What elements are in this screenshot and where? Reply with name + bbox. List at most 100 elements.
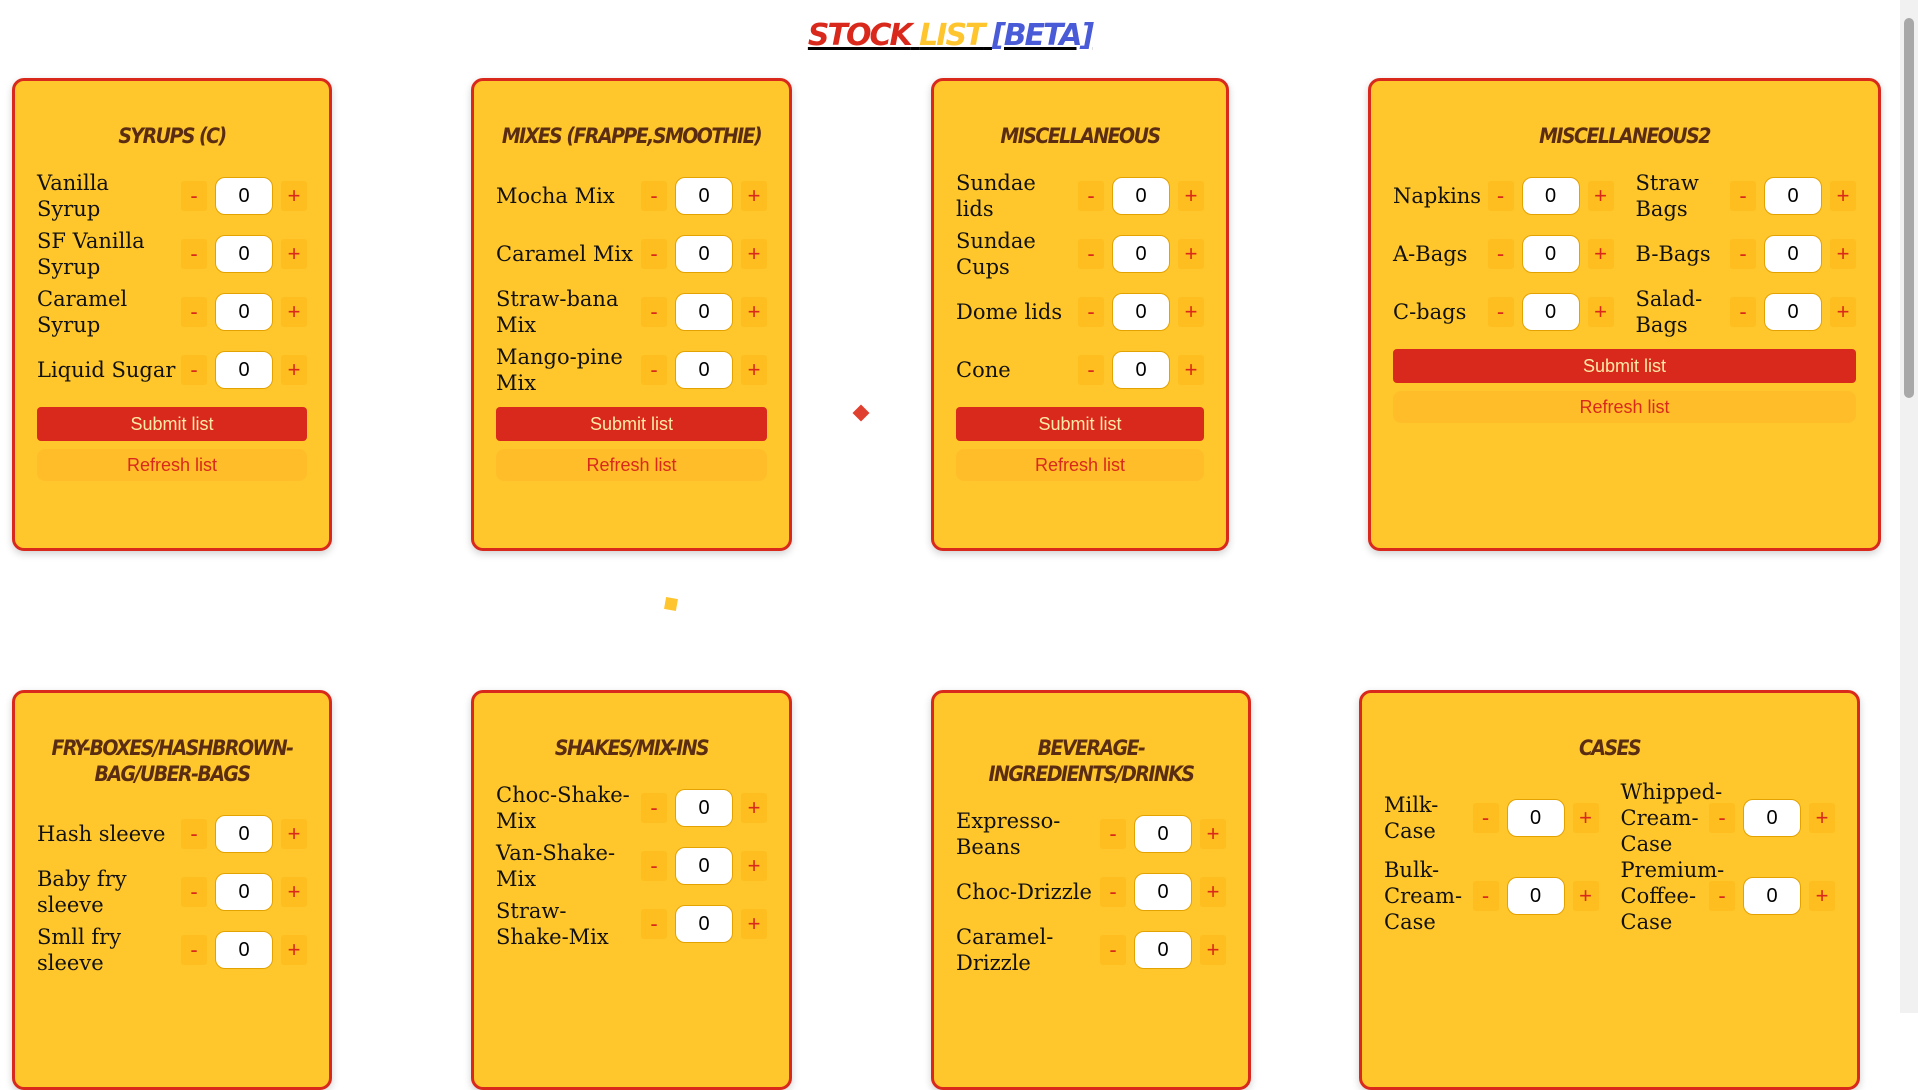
increment-button[interactable]: + [281, 935, 307, 965]
quantity-input[interactable] [1743, 799, 1801, 837]
increment-button[interactable]: + [1809, 881, 1835, 911]
quantity-input[interactable] [675, 905, 733, 943]
increment-button[interactable]: + [1830, 239, 1856, 269]
decrement-button[interactable]: - [1730, 181, 1756, 211]
quantity-input[interactable] [1506, 799, 1565, 837]
quantity-input[interactable] [1134, 873, 1192, 911]
increment-button[interactable]: + [1200, 877, 1226, 907]
quantity-input[interactable] [215, 293, 273, 331]
increment-button[interactable]: + [1178, 181, 1204, 211]
increment-button[interactable]: + [741, 851, 767, 881]
quantity-input[interactable] [1521, 293, 1580, 331]
increment-button[interactable]: + [1572, 803, 1599, 833]
decrement-button[interactable]: - [181, 877, 207, 907]
submit-list-button[interactable]: Submit list [956, 407, 1204, 441]
quantity-input[interactable] [215, 235, 273, 273]
quantity-input[interactable] [215, 177, 273, 215]
decrement-button[interactable]: - [1730, 239, 1756, 269]
increment-button[interactable]: + [1200, 935, 1226, 965]
quantity-input[interactable] [675, 789, 733, 827]
increment-button[interactable]: + [1587, 297, 1614, 327]
decrement-button[interactable]: - [181, 181, 207, 211]
decrement-button[interactable]: - [1730, 297, 1756, 327]
quantity-input[interactable] [215, 873, 273, 911]
increment-button[interactable]: + [1572, 881, 1599, 911]
decrement-button[interactable]: - [641, 851, 667, 881]
scroll-thumb[interactable] [1904, 18, 1914, 398]
submit-list-button[interactable]: Submit list [1393, 349, 1856, 383]
submit-list-button[interactable]: Submit list [496, 407, 767, 441]
decrement-button[interactable]: - [1100, 819, 1126, 849]
decrement-button[interactable]: - [1078, 297, 1104, 327]
increment-button[interactable]: + [741, 239, 767, 269]
vertical-scrollbar[interactable] [1900, 0, 1918, 1013]
increment-button[interactable]: + [741, 181, 767, 211]
increment-button[interactable]: + [281, 181, 307, 211]
decrement-button[interactable]: - [1100, 877, 1126, 907]
decrement-button[interactable]: - [181, 355, 207, 385]
quantity-input[interactable] [1521, 235, 1580, 273]
increment-button[interactable]: + [281, 355, 307, 385]
decrement-button[interactable]: - [641, 297, 667, 327]
decrement-button[interactable]: - [181, 819, 207, 849]
increment-button[interactable]: + [741, 355, 767, 385]
decrement-button[interactable]: - [1709, 803, 1735, 833]
increment-button[interactable]: + [281, 239, 307, 269]
submit-list-button[interactable]: Submit list [37, 407, 307, 441]
decrement-button[interactable]: - [641, 239, 667, 269]
increment-button[interactable]: + [741, 793, 767, 823]
increment-button[interactable]: + [1178, 355, 1204, 385]
increment-button[interactable]: + [1830, 181, 1856, 211]
decrement-button[interactable]: - [181, 239, 207, 269]
quantity-input[interactable] [675, 235, 733, 273]
quantity-input[interactable] [1764, 293, 1822, 331]
quantity-input[interactable] [1112, 177, 1170, 215]
quantity-input[interactable] [215, 931, 273, 969]
decrement-button[interactable]: - [1487, 239, 1514, 269]
increment-button[interactable]: + [1178, 297, 1204, 327]
decrement-button[interactable]: - [1709, 881, 1735, 911]
decrement-button[interactable]: - [641, 355, 667, 385]
quantity-input[interactable] [215, 815, 273, 853]
increment-button[interactable]: + [281, 297, 307, 327]
increment-button[interactable]: + [741, 297, 767, 327]
quantity-input[interactable] [1112, 293, 1170, 331]
decrement-button[interactable]: - [181, 935, 207, 965]
increment-button[interactable]: + [1587, 239, 1614, 269]
decrement-button[interactable]: - [181, 297, 207, 327]
quantity-input[interactable] [1764, 177, 1822, 215]
decrement-button[interactable]: - [1487, 297, 1514, 327]
quantity-input[interactable] [1112, 351, 1170, 389]
refresh-list-button[interactable]: Refresh list [956, 449, 1204, 481]
decrement-button[interactable]: - [1472, 881, 1499, 911]
refresh-list-button[interactable]: Refresh list [1393, 391, 1856, 423]
refresh-list-button[interactable]: Refresh list [37, 449, 307, 481]
quantity-input[interactable] [1506, 877, 1565, 915]
decrement-button[interactable]: - [641, 909, 667, 939]
quantity-input[interactable] [215, 351, 273, 389]
decrement-button[interactable]: - [1078, 239, 1104, 269]
increment-button[interactable]: + [1809, 803, 1835, 833]
quantity-input[interactable] [1743, 877, 1801, 915]
quantity-input[interactable] [675, 177, 733, 215]
quantity-input[interactable] [675, 293, 733, 331]
quantity-input[interactable] [675, 351, 733, 389]
quantity-input[interactable] [1134, 815, 1192, 853]
decrement-button[interactable]: - [1472, 803, 1499, 833]
decrement-button[interactable]: - [1078, 181, 1104, 211]
quantity-input[interactable] [675, 847, 733, 885]
increment-button[interactable]: + [281, 819, 307, 849]
quantity-input[interactable] [1521, 177, 1580, 215]
increment-button[interactable]: + [1178, 239, 1204, 269]
decrement-button[interactable]: - [641, 181, 667, 211]
increment-button[interactable]: + [741, 909, 767, 939]
increment-button[interactable]: + [1200, 819, 1226, 849]
refresh-list-button[interactable]: Refresh list [496, 449, 767, 481]
decrement-button[interactable]: - [1487, 181, 1514, 211]
decrement-button[interactable]: - [1078, 355, 1104, 385]
decrement-button[interactable]: - [1100, 935, 1126, 965]
quantity-input[interactable] [1764, 235, 1822, 273]
increment-button[interactable]: + [1830, 297, 1856, 327]
increment-button[interactable]: + [1587, 181, 1614, 211]
quantity-input[interactable] [1112, 235, 1170, 273]
